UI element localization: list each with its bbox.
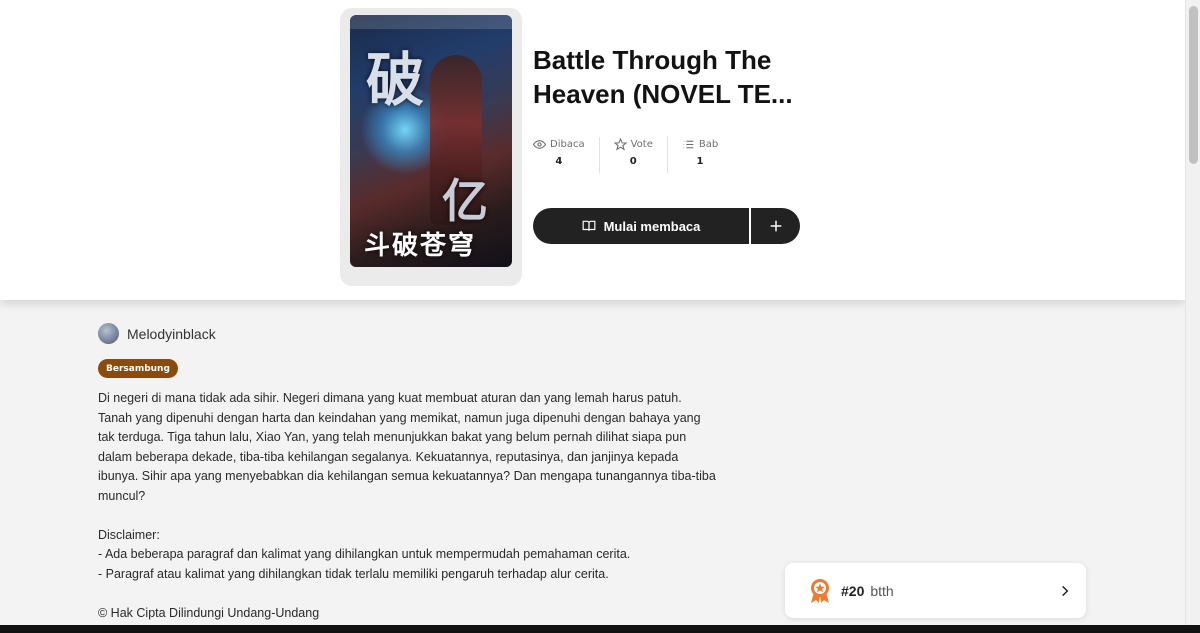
medal-icon	[811, 578, 829, 603]
eye-icon	[533, 139, 546, 149]
add-to-library-button[interactable]	[751, 208, 800, 244]
book-title: Battle Through The Heaven (NOVEL TE...	[533, 45, 793, 109]
rank-number: #20	[841, 582, 865, 599]
disclaimer-line: - Ada beberapa paragraf dan kalimat yang…	[98, 547, 631, 561]
cover-glyph: 破	[366, 46, 425, 114]
disclaimer-line: - Paragraf atau kalimat yang dihilangkan…	[98, 566, 609, 581]
scrollbar-thumb[interactable]	[1189, 6, 1198, 164]
stat-votes: Vote 0	[598, 137, 667, 173]
disclaimer-title: Disclaimer:	[98, 527, 160, 542]
stat-chapters: Bab 1	[666, 137, 732, 173]
cover-glyph: 斗破苍穹	[364, 231, 477, 261]
stat-value: 1	[696, 156, 704, 167]
list-icon	[683, 140, 694, 148]
author-link[interactable]: Melodyinblack	[98, 323, 216, 344]
plus-icon	[770, 220, 781, 232]
bottom-edge-bar	[0, 625, 1200, 633]
rank-tag: btth	[870, 582, 894, 599]
story-description: Di negeri di mana tidak ada sihir. Neger…	[98, 389, 718, 623]
story-stats: Dibaca 4 Vote 0 Bab 1	[533, 137, 732, 173]
copyright-notice: © Hak Cipta Dilindungi Undang-Undang	[98, 605, 320, 620]
stat-value: 0	[629, 156, 637, 167]
chevron-right-icon	[1062, 585, 1069, 596]
star-icon	[613, 137, 627, 151]
author-avatar	[98, 323, 119, 344]
cover-top-strip	[350, 15, 512, 29]
stat-reads: Dibaca 4	[533, 137, 599, 173]
stat-value: 4	[555, 156, 563, 167]
stat-label: Dibaca	[550, 138, 585, 150]
page-scrollbar[interactable]	[1185, 0, 1200, 625]
synopsis-paragraph: Di negeri di mana tidak ada sihir. Neger…	[98, 391, 716, 503]
status-badge: Bersambung	[98, 359, 178, 378]
ranking-card[interactable]: #20 btth	[785, 563, 1086, 618]
cover-frame: 破 亿 斗破苍穹	[340, 8, 522, 286]
book-open-icon	[582, 220, 595, 231]
start-reading-label: Mulai membaca	[603, 218, 701, 234]
start-reading-button[interactable]: Mulai membaca	[533, 208, 749, 244]
cover-glyph: 亿	[442, 174, 488, 228]
stat-label: Vote	[630, 138, 653, 150]
book-cover-image[interactable]: 破 亿 斗破苍穹	[350, 15, 512, 267]
stat-label: Bab	[698, 138, 719, 150]
author-name: Melodyinblack	[127, 325, 216, 342]
